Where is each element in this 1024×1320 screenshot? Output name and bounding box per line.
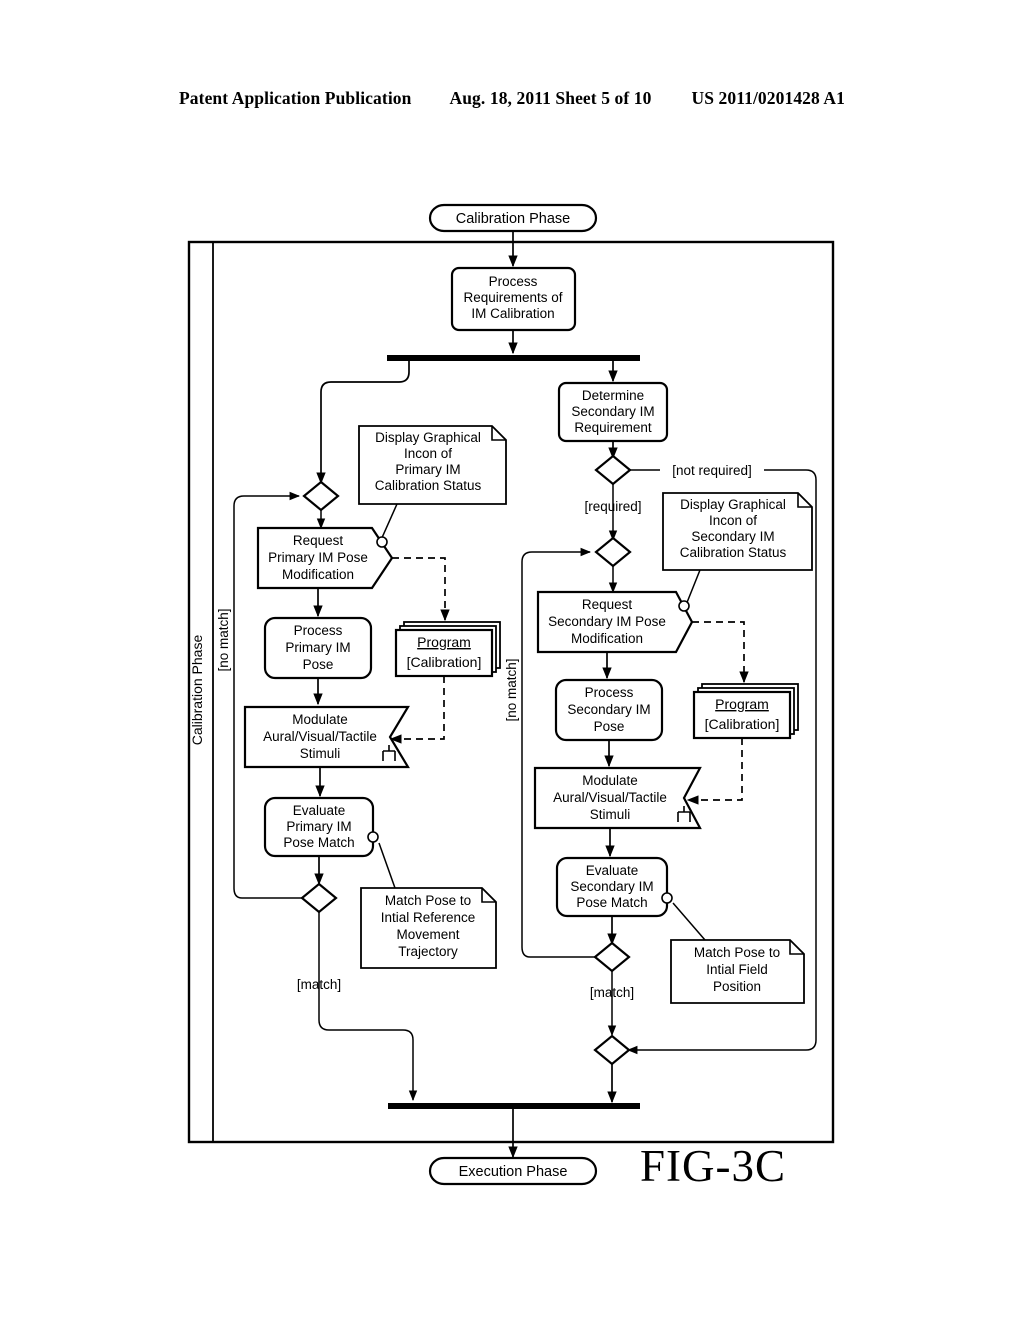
- program-title: Program: [417, 634, 471, 650]
- node-line: Evaluate: [293, 803, 346, 818]
- decision-secondary-match: [593, 941, 631, 973]
- node-program-secondary: Program [Calibration]: [692, 683, 799, 740]
- merge-primary-loop: [302, 480, 340, 512]
- node-line: Evaluate: [586, 863, 639, 878]
- join-bar: [388, 1103, 640, 1109]
- node-line: Request: [582, 597, 633, 612]
- node-process-primary-pose: Process Primary IM Pose: [263, 616, 373, 680]
- note-line: Position: [713, 979, 761, 994]
- guard-match-primary: [match]: [297, 977, 341, 992]
- node-line: Aural/Visual/Tactile: [263, 729, 377, 744]
- note-match-primary: Match Pose to Intial Reference Movement …: [360, 842, 497, 969]
- program-subtitle: [Calibration]: [407, 654, 482, 670]
- note-line: Display Graphical: [680, 497, 786, 512]
- note-line: Intial Reference: [381, 910, 476, 925]
- node-line: Pose Match: [283, 835, 354, 850]
- node-line: Pose: [594, 719, 625, 734]
- node-line: Aural/Visual/Tactile: [553, 790, 667, 805]
- node-determine-secondary: Determine Secondary IM Requirement: [557, 381, 669, 443]
- node-line: Stimuli: [590, 807, 631, 822]
- node-evaluate-secondary: Evaluate Secondary IM Pose Match: [555, 856, 673, 918]
- merge-secondary-loop: [594, 536, 632, 568]
- note-line: Intial Field: [706, 962, 768, 977]
- guard-not-required: [not required]: [672, 463, 752, 478]
- node-line: Modification: [571, 631, 643, 646]
- node-line: Process: [489, 274, 538, 289]
- node-line: IM Calibration: [471, 306, 554, 321]
- fork-bar: [387, 355, 640, 361]
- decision-primary-match: [300, 882, 338, 914]
- note-line: Secondary IM: [691, 529, 774, 544]
- node-line: Secondary IM: [570, 879, 653, 894]
- node-request-primary-pose: Request Primary IM Pose Modification: [256, 526, 394, 590]
- end-terminal-label: Execution Phase: [459, 1164, 568, 1180]
- connector-dot-icon: [661, 892, 673, 904]
- node-line: Modification: [282, 567, 354, 582]
- program-title: Program: [715, 696, 769, 712]
- connector-dot-icon: [376, 536, 388, 548]
- note-line: Primary IM: [395, 462, 460, 477]
- node-line: Stimuli: [300, 746, 341, 761]
- node-line: Process: [294, 623, 343, 638]
- node-line: Modulate: [582, 773, 638, 788]
- node-request-secondary-pose: Request Secondary IM Pose Modification: [536, 590, 694, 654]
- node-line: Modulate: [292, 712, 348, 727]
- node-line: Primary IM: [286, 819, 351, 834]
- node-line: Pose: [303, 657, 334, 672]
- node-line: Requirements of: [463, 290, 562, 305]
- note-line: Trajectory: [398, 944, 458, 959]
- node-line: Secondary IM Pose: [548, 614, 666, 629]
- node-process-requirements: Process Requirements of IM Calibration: [450, 266, 577, 332]
- node-evaluate-primary: Evaluate Primary IM Pose Match: [263, 796, 379, 858]
- note-match-secondary: Match Pose to Intial Field Position: [670, 902, 805, 1004]
- activity-diagram: Calibration Phase Calibration Phase Proc…: [187, 203, 835, 1186]
- note-line: Match Pose to: [694, 945, 780, 960]
- node-line: Pose Match: [576, 895, 647, 910]
- patent-figure-page: Patent Application Publication Aug. 18, …: [0, 0, 1024, 1320]
- end-terminal: Execution Phase: [428, 1156, 598, 1186]
- program-subtitle: [Calibration]: [705, 716, 780, 732]
- guard-no-match-secondary: [no match]: [504, 658, 519, 721]
- node-program-primary: Program [Calibration]: [394, 621, 501, 678]
- node-line: Secondary IM: [571, 404, 654, 419]
- node-modulate-primary: Modulate Aural/Visual/Tactile Stimuli: [243, 705, 410, 769]
- note-line: Incon of: [709, 513, 757, 528]
- note-line: Movement: [396, 927, 459, 942]
- guard-required: [required]: [584, 499, 641, 514]
- node-line: Primary IM: [285, 640, 350, 655]
- node-line: Determine: [582, 388, 644, 403]
- node-line: Request: [293, 533, 344, 548]
- connector-dot-icon: [678, 600, 690, 612]
- note-secondary-display-status: Display Graphical Incon of Secondary IM …: [662, 492, 813, 606]
- note-primary-display-status: Display Graphical Incon of Primary IM Ca…: [358, 425, 507, 541]
- node-process-secondary-pose: Process Secondary IM Pose: [554, 678, 664, 742]
- node-line: Secondary IM: [567, 702, 650, 717]
- node-line: Primary IM Pose: [268, 550, 368, 565]
- note-line: Display Graphical: [375, 430, 481, 445]
- guard-match-secondary: [match]: [590, 985, 634, 1000]
- merge-bottom: [593, 1034, 631, 1066]
- swimlane-title: Calibration Phase: [189, 635, 205, 746]
- connector-dot-icon: [367, 831, 379, 843]
- guard-no-match-primary: [no match]: [216, 608, 231, 671]
- note-line: Match Pose to: [385, 893, 471, 908]
- node-line: Process: [585, 685, 634, 700]
- decision-secondary-required: [594, 454, 632, 486]
- node-line: Requirement: [574, 420, 652, 435]
- start-terminal: Calibration Phase: [428, 203, 598, 233]
- start-terminal-label: Calibration Phase: [456, 211, 570, 227]
- note-line: Calibration Status: [680, 545, 787, 560]
- note-line: Calibration Status: [375, 478, 482, 493]
- note-line: Incon of: [404, 446, 452, 461]
- node-modulate-secondary: Modulate Aural/Visual/Tactile Stimuli: [533, 766, 702, 830]
